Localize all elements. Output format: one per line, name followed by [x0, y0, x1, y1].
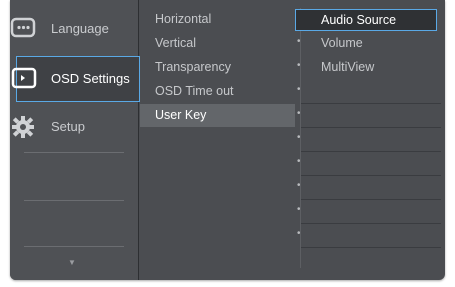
divider: [24, 200, 124, 201]
gear-icon: [10, 112, 40, 142]
divider: [301, 175, 441, 176]
submenu-item-label: Transparency: [155, 60, 231, 74]
menu-item-label: Setup: [51, 119, 85, 134]
main-menu: Language OSD Settings Setup ▼: [10, 0, 140, 280]
option-volume[interactable]: Volume: [301, 32, 441, 55]
menu-item-language[interactable]: Language: [10, 6, 138, 52]
submenu-item-horizontal[interactable]: Horizontal •: [140, 8, 301, 31]
submenu-empty-slot: •: [140, 128, 301, 151]
scroll-down-icon[interactable]: ▼: [68, 258, 76, 267]
divider: [301, 103, 441, 104]
divider: [301, 247, 441, 248]
submenu-item-label: User Key: [155, 108, 207, 122]
divider: [24, 152, 124, 153]
menu-item-osd-settings[interactable]: OSD Settings: [11, 56, 140, 102]
divider: [301, 223, 441, 224]
divider: [301, 151, 441, 152]
submenu-item-vertical[interactable]: Vertical •: [140, 32, 301, 55]
menu-item-label: Language: [51, 21, 109, 36]
option-label: Volume: [321, 36, 363, 50]
submenu-item-user-key[interactable]: User Key •: [140, 104, 301, 127]
divider: [24, 246, 124, 247]
menu-item-setup[interactable]: Setup: [10, 104, 138, 150]
option-list: Audio Source Volume MultiView: [295, 8, 445, 268]
speech-bubble-icon: [10, 14, 40, 44]
divider: [301, 199, 441, 200]
osd-window: Language OSD Settings Setup ▼ Horizontal…: [10, 0, 445, 280]
submenu: Horizontal • Vertical • Transparency • O…: [140, 8, 301, 248]
submenu-item-label: Vertical: [155, 36, 196, 50]
option-audio-source[interactable]: Audio Source: [295, 9, 437, 31]
option-label: MultiView: [321, 60, 375, 74]
submenu-item-label: Horizontal: [155, 12, 212, 26]
option-multiview[interactable]: MultiView: [301, 56, 441, 79]
submenu-empty-slot: •: [140, 152, 301, 175]
submenu-empty-slot: •: [140, 176, 301, 199]
submenu-item-label: OSD Time out: [155, 84, 234, 98]
monitor-osd-icon: [10, 64, 40, 94]
submenu-item-osd-time-out[interactable]: OSD Time out •: [140, 80, 301, 103]
submenu-item-transparency[interactable]: Transparency •: [140, 56, 301, 79]
submenu-empty-slot: •: [140, 224, 301, 247]
menu-item-label: OSD Settings: [51, 71, 130, 86]
option-label: Audio Source: [321, 13, 397, 27]
submenu-empty-slot: •: [140, 200, 301, 223]
divider: [301, 127, 441, 128]
